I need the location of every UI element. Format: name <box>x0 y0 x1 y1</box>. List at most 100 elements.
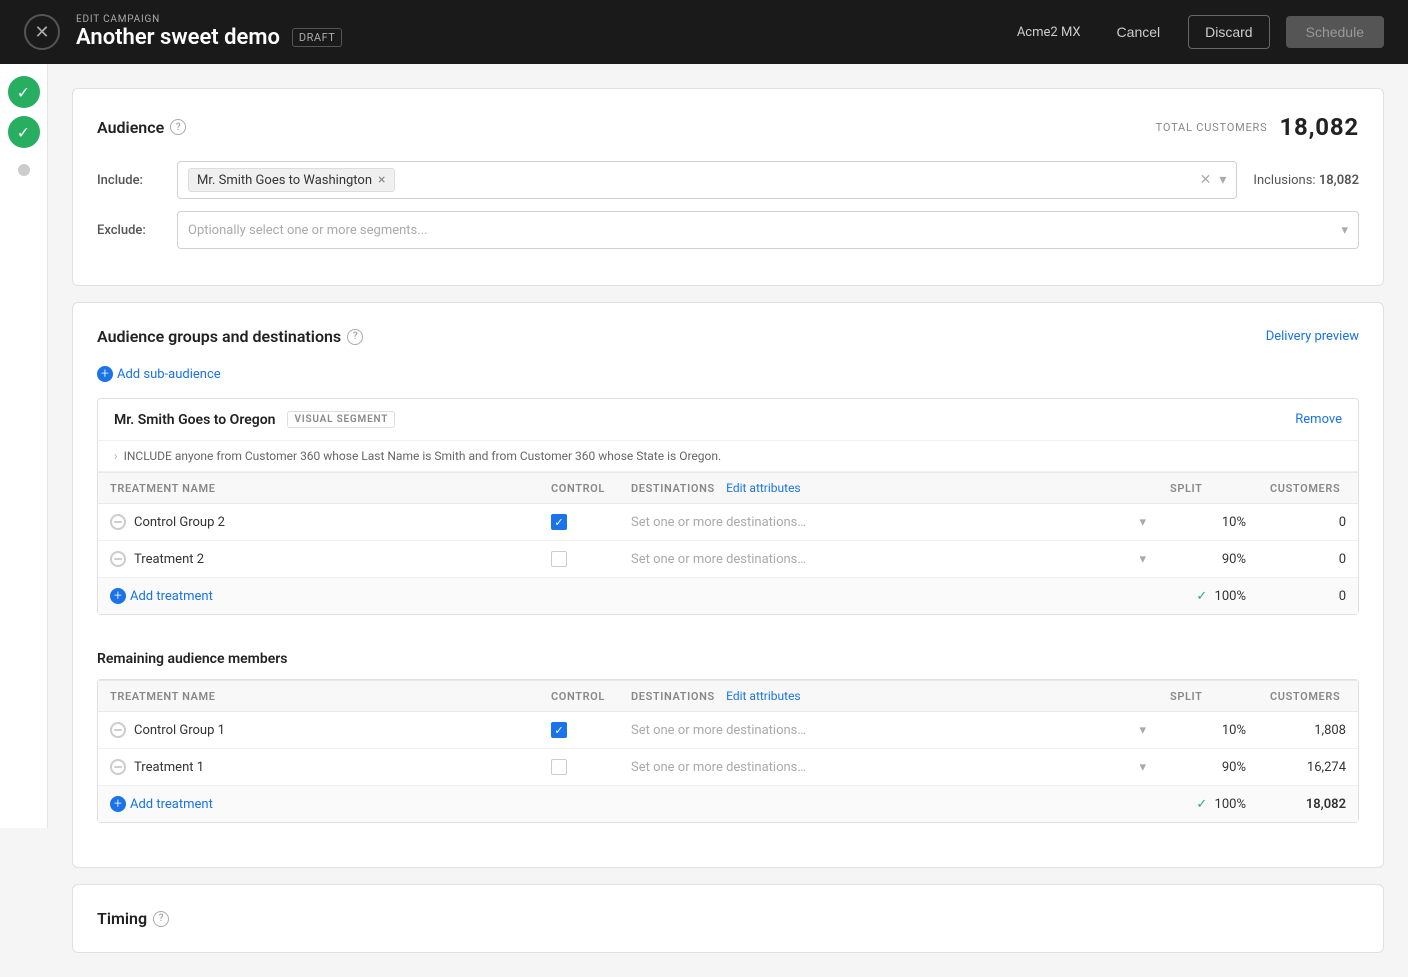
add-treatment-button-2[interactable]: + Add treatment <box>110 796 527 812</box>
checkbox-unchecked-icon[interactable] <box>551 759 567 775</box>
exclude-row: Exclude: Optionally select one or more s… <box>97 211 1359 249</box>
destination-chevron-icon: ▾ <box>1139 760 1146 775</box>
add-treatment-button-1[interactable]: + Add treatment <box>110 588 527 604</box>
sidebar: ✓ ✓ <box>0 64 48 828</box>
campaign-name: Another sweet demo DRAFT <box>76 25 1017 50</box>
add-sub-audience-button[interactable]: + Add sub-audience <box>97 366 1359 382</box>
exclude-label: Exclude: <box>97 223 177 238</box>
destination-cell-control1[interactable]: Set one or more destinations… ▾ <box>619 712 1158 749</box>
clear-icon[interactable]: ✕ <box>1200 172 1212 188</box>
control-checkbox-t1[interactable] <box>539 749 619 786</box>
total-customers-value: 18,082 <box>1279 113 1359 141</box>
timing-help-icon[interactable]: ? <box>153 911 169 927</box>
chevron-down-icon[interactable]: ▾ <box>1219 172 1226 188</box>
total-customers-2: 18,082 <box>1258 786 1358 823</box>
remove-treatment-icon[interactable] <box>110 759 126 775</box>
treatment-name-control2: Control Group 2 <box>134 515 225 530</box>
discard-button[interactable]: Discard <box>1188 15 1269 49</box>
audience-section: Audience ? TOTAL CUSTOMERS 18,082 Includ… <box>72 88 1384 286</box>
sub-audience-name: Mr. Smith Goes to Oregon <box>114 412 275 428</box>
split-control2: 10% <box>1158 504 1258 541</box>
edit-campaign-label: EDIT CAMPAIGN <box>76 14 1017 25</box>
treatment-name-cell-control1: Control Group 1 <box>98 712 539 749</box>
include-field[interactable]: Mr. Smith Goes to Washington × ✕ ▾ <box>177 161 1237 199</box>
edit-attributes-link-1[interactable]: Edit attributes <box>726 481 801 495</box>
treatment-name-t2: Treatment 2 <box>134 552 204 567</box>
destination-cell-t2[interactable]: Set one or more destinations… ▾ <box>619 541 1158 578</box>
sub-audience-oregon: Mr. Smith Goes to Oregon VISUAL SEGMENT … <box>97 398 1359 615</box>
th-control-r: CONTROL <box>539 681 619 712</box>
checkbox-unchecked-icon[interactable] <box>551 551 567 567</box>
edit-attributes-link-2[interactable]: Edit attributes <box>726 689 801 703</box>
destination-cell-t1[interactable]: Set one or more destinations… ▾ <box>619 749 1158 786</box>
visual-segment-badge: VISUAL SEGMENT <box>287 411 395 428</box>
app-header: ✕ EDIT CAMPAIGN Another sweet demo DRAFT… <box>0 0 1408 64</box>
customers-control1: 1,808 <box>1258 712 1358 749</box>
th-split: SPLIT <box>1158 473 1258 504</box>
destination-cell-control2[interactable]: Set one or more destinations… ▾ <box>619 504 1158 541</box>
control-checkbox-control2[interactable]: ✓ <box>539 504 619 541</box>
audience-groups-help-icon[interactable]: ? <box>347 329 363 345</box>
timing-title: Timing ? <box>97 909 1359 928</box>
exclude-field[interactable]: Optionally select one or more segments..… <box>177 211 1359 249</box>
remaining-members-header: Remaining audience members <box>97 635 1359 679</box>
destination-chevron-icon: ▾ <box>1139 723 1146 738</box>
treatment-name-t1: Treatment 1 <box>134 760 204 775</box>
audience-title: Audience ? <box>97 118 186 137</box>
sidebar-check-audience: ✓ <box>8 76 40 108</box>
sub-audience-treatment-table: TREATMENT NAME CONTROL DESTINATIONS Edit… <box>98 472 1358 614</box>
treatment-name-cell-control2: Control Group 2 <box>98 504 539 541</box>
audience-help-icon[interactable]: ? <box>170 119 186 135</box>
split-t1: 90% <box>1158 749 1258 786</box>
plus-icon: + <box>97 366 113 382</box>
delivery-preview-link[interactable]: Delivery preview <box>1266 329 1359 344</box>
account-label: Acme2 MX <box>1017 25 1081 40</box>
remove-treatment-icon[interactable] <box>110 551 126 567</box>
draft-badge: DRAFT <box>292 28 342 47</box>
table-row: Control Group 2 ✓ Set one or more destin… <box>98 504 1358 541</box>
table-row: Control Group 1 ✓ Set one or more destin… <box>98 712 1358 749</box>
include-row: Include: Mr. Smith Goes to Washington × … <box>97 161 1359 199</box>
remove-treatment-icon[interactable] <box>110 722 126 738</box>
remove-sub-audience-button[interactable]: Remove <box>1295 412 1342 427</box>
th-customers: CUSTOMERS <box>1258 473 1358 504</box>
audience-groups-section: Audience groups and destinations ? Deliv… <box>72 302 1384 868</box>
sidebar-dot-timing <box>18 164 30 176</box>
timing-section: Timing ? <box>72 884 1384 953</box>
customers-control2: 0 <box>1258 504 1358 541</box>
th-control: CONTROL <box>539 473 619 504</box>
remove-treatment-icon[interactable] <box>110 514 126 530</box>
add-treatment-row-1: + Add treatment ✓ 100% 0 <box>98 578 1358 615</box>
check-icon: ✓ <box>1196 589 1207 604</box>
segment-tag-washington: Mr. Smith Goes to Washington × <box>188 168 395 192</box>
treatment-name-cell-t2: Treatment 2 <box>98 541 539 578</box>
checkbox-checked-icon[interactable]: ✓ <box>551 722 567 738</box>
control-checkbox-control1[interactable]: ✓ <box>539 712 619 749</box>
segment-rule: › INCLUDE anyone from Customer 360 whose… <box>98 441 1358 472</box>
total-split-1: ✓ 100% <box>1158 578 1258 615</box>
close-button[interactable]: ✕ <box>24 14 60 50</box>
total-customers-display: TOTAL CUSTOMERS 18,082 <box>1156 113 1359 141</box>
table-row: Treatment 2 Set one or more destinations… <box>98 541 1358 578</box>
total-split-2: ✓ 100% <box>1158 786 1258 823</box>
add-treatment-cell-1: + Add treatment <box>98 578 539 615</box>
include-label: Include: <box>97 173 177 188</box>
control-checkbox-t2[interactable] <box>539 541 619 578</box>
audience-section-header: Audience ? TOTAL CUSTOMERS 18,082 <box>97 113 1359 141</box>
header-title-area: EDIT CAMPAIGN Another sweet demo DRAFT <box>76 14 1017 50</box>
header-actions: Acme2 MX Cancel Discard Schedule <box>1017 15 1384 49</box>
schedule-button[interactable]: Schedule <box>1286 16 1384 48</box>
inclusions-count: 18,082 <box>1319 173 1359 188</box>
sub-audience-header: Mr. Smith Goes to Oregon VISUAL SEGMENT … <box>98 399 1358 441</box>
treatment-name-cell-t1: Treatment 1 <box>98 749 539 786</box>
add-treatment-row-2: + Add treatment ✓ 100% 18,082 <box>98 786 1358 823</box>
main-content: Audience ? TOTAL CUSTOMERS 18,082 Includ… <box>48 64 1408 977</box>
tag-remove-icon[interactable]: × <box>378 172 385 188</box>
customers-t2: 0 <box>1258 541 1358 578</box>
cancel-button[interactable]: Cancel <box>1105 16 1173 48</box>
checkbox-checked-icon[interactable]: ✓ <box>551 514 567 530</box>
plus-icon: + <box>110 796 126 812</box>
sidebar-check-groups: ✓ <box>8 116 40 148</box>
split-t2: 90% <box>1158 541 1258 578</box>
split-control1: 10% <box>1158 712 1258 749</box>
